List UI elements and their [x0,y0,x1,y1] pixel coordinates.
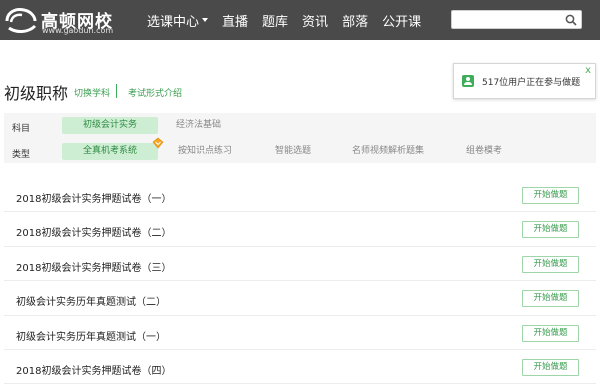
subject-label: 科目 [12,124,31,134]
caret-down-icon [202,18,209,22]
type-chip-smart-select[interactable]: 智能选题 [275,143,311,160]
list-item: 2018初级会计实务押题试卷（一） 开始做题 [4,178,596,213]
nav-label: 选课中心 [147,14,200,30]
nav-live[interactable]: 直播 [222,11,248,30]
type-chip-mock-exam[interactable]: 组卷模考 [466,143,502,160]
exam-title: 2018初级会计实务押题试卷（一） [16,194,172,205]
type-chip-video-analysis[interactable]: 名师视频解析题集 [352,143,424,160]
exam-title: 初级会计实务历年真题测试（二） [16,297,166,309]
list-item: 2018初级会计实务押题试卷（二） 开始做题 [4,212,596,247]
nav-tribe[interactable]: 部落 [342,11,368,30]
page-title: 初级职称 [4,84,69,103]
list-item: 2018初级会计实务押题试卷（三） 开始做题 [4,247,596,282]
participants-notice: 517位用户正在参与做题 x [453,63,596,99]
site-logo[interactable]: 高顿网校 www.gaodun.com [4,6,126,36]
start-button[interactable]: 开始做题 [522,290,579,308]
list-item: 初级会计实务历年真题测试（一） 开始做题 [4,316,596,350]
user-icon [462,75,474,87]
start-button[interactable]: 开始做题 [522,255,579,273]
type-label: 类型 [12,150,31,160]
search-icon[interactable] [565,14,577,26]
close-icon[interactable]: x [585,65,591,77]
nav-question-bank[interactable]: 题库 [262,11,288,30]
logo-url: www.gaodun.com [42,26,114,35]
nav-course-center[interactable]: 选课中心 [147,11,209,30]
list-item: 2018初级会计实务押题试卷（四） 开始做题 [4,350,596,385]
switch-subject-link[interactable]: 切换学科 [74,86,110,99]
divider [116,84,117,98]
type-chip-knowledge-points[interactable]: 按知识点练习 [178,143,232,160]
exam-list: 2018初级会计实务押题试卷（一） 开始做题 2018初级会计实务押题试卷（二）… [4,178,596,385]
exam-format-link[interactable]: 考试形式介绍 [128,86,182,99]
main-nav: 选课中心 直播 题库 资讯 部落 公开课 [147,0,435,40]
subject-chip-accounting[interactable]: 初级会计实务 [62,117,158,134]
search-box [451,10,582,29]
exam-title: 2018初级会计实务押题试卷（四） [16,365,172,377]
start-button[interactable]: 开始做题 [522,221,579,239]
subject-chip-law[interactable]: 经济法基础 [176,117,221,134]
exam-title: 初级会计实务历年真题测试（一） [16,331,166,343]
nav-news[interactable]: 资讯 [302,11,328,30]
start-button[interactable]: 开始做题 [522,358,579,376]
search-input[interactable] [455,12,563,27]
logo-icon [5,8,37,33]
type-chip-mock-system[interactable]: 全真机考系统 [62,143,158,160]
diamond-badge-icon [152,137,164,149]
start-button[interactable]: 开始做题 [522,187,579,204]
nav-open-class[interactable]: 公开课 [382,11,421,30]
exam-title: 2018初级会计实务押题试卷（二） [16,228,172,240]
top-navigation-bar: 高顿网校 www.gaodun.com 选课中心 直播 题库 资讯 部落 公开课 [0,0,600,40]
list-item: 初级会计实务历年真题测试（二） 开始做题 [4,281,596,316]
start-button[interactable]: 开始做题 [522,324,579,342]
filter-panel: 科目 初级会计实务 经济法基础 类型 全真机考系统 按知识点练习 智能选题 名师… [4,113,596,163]
exam-title: 2018初级会计实务押题试卷（三） [16,262,172,274]
notice-text: 517位用户正在参与做题 [482,78,581,88]
